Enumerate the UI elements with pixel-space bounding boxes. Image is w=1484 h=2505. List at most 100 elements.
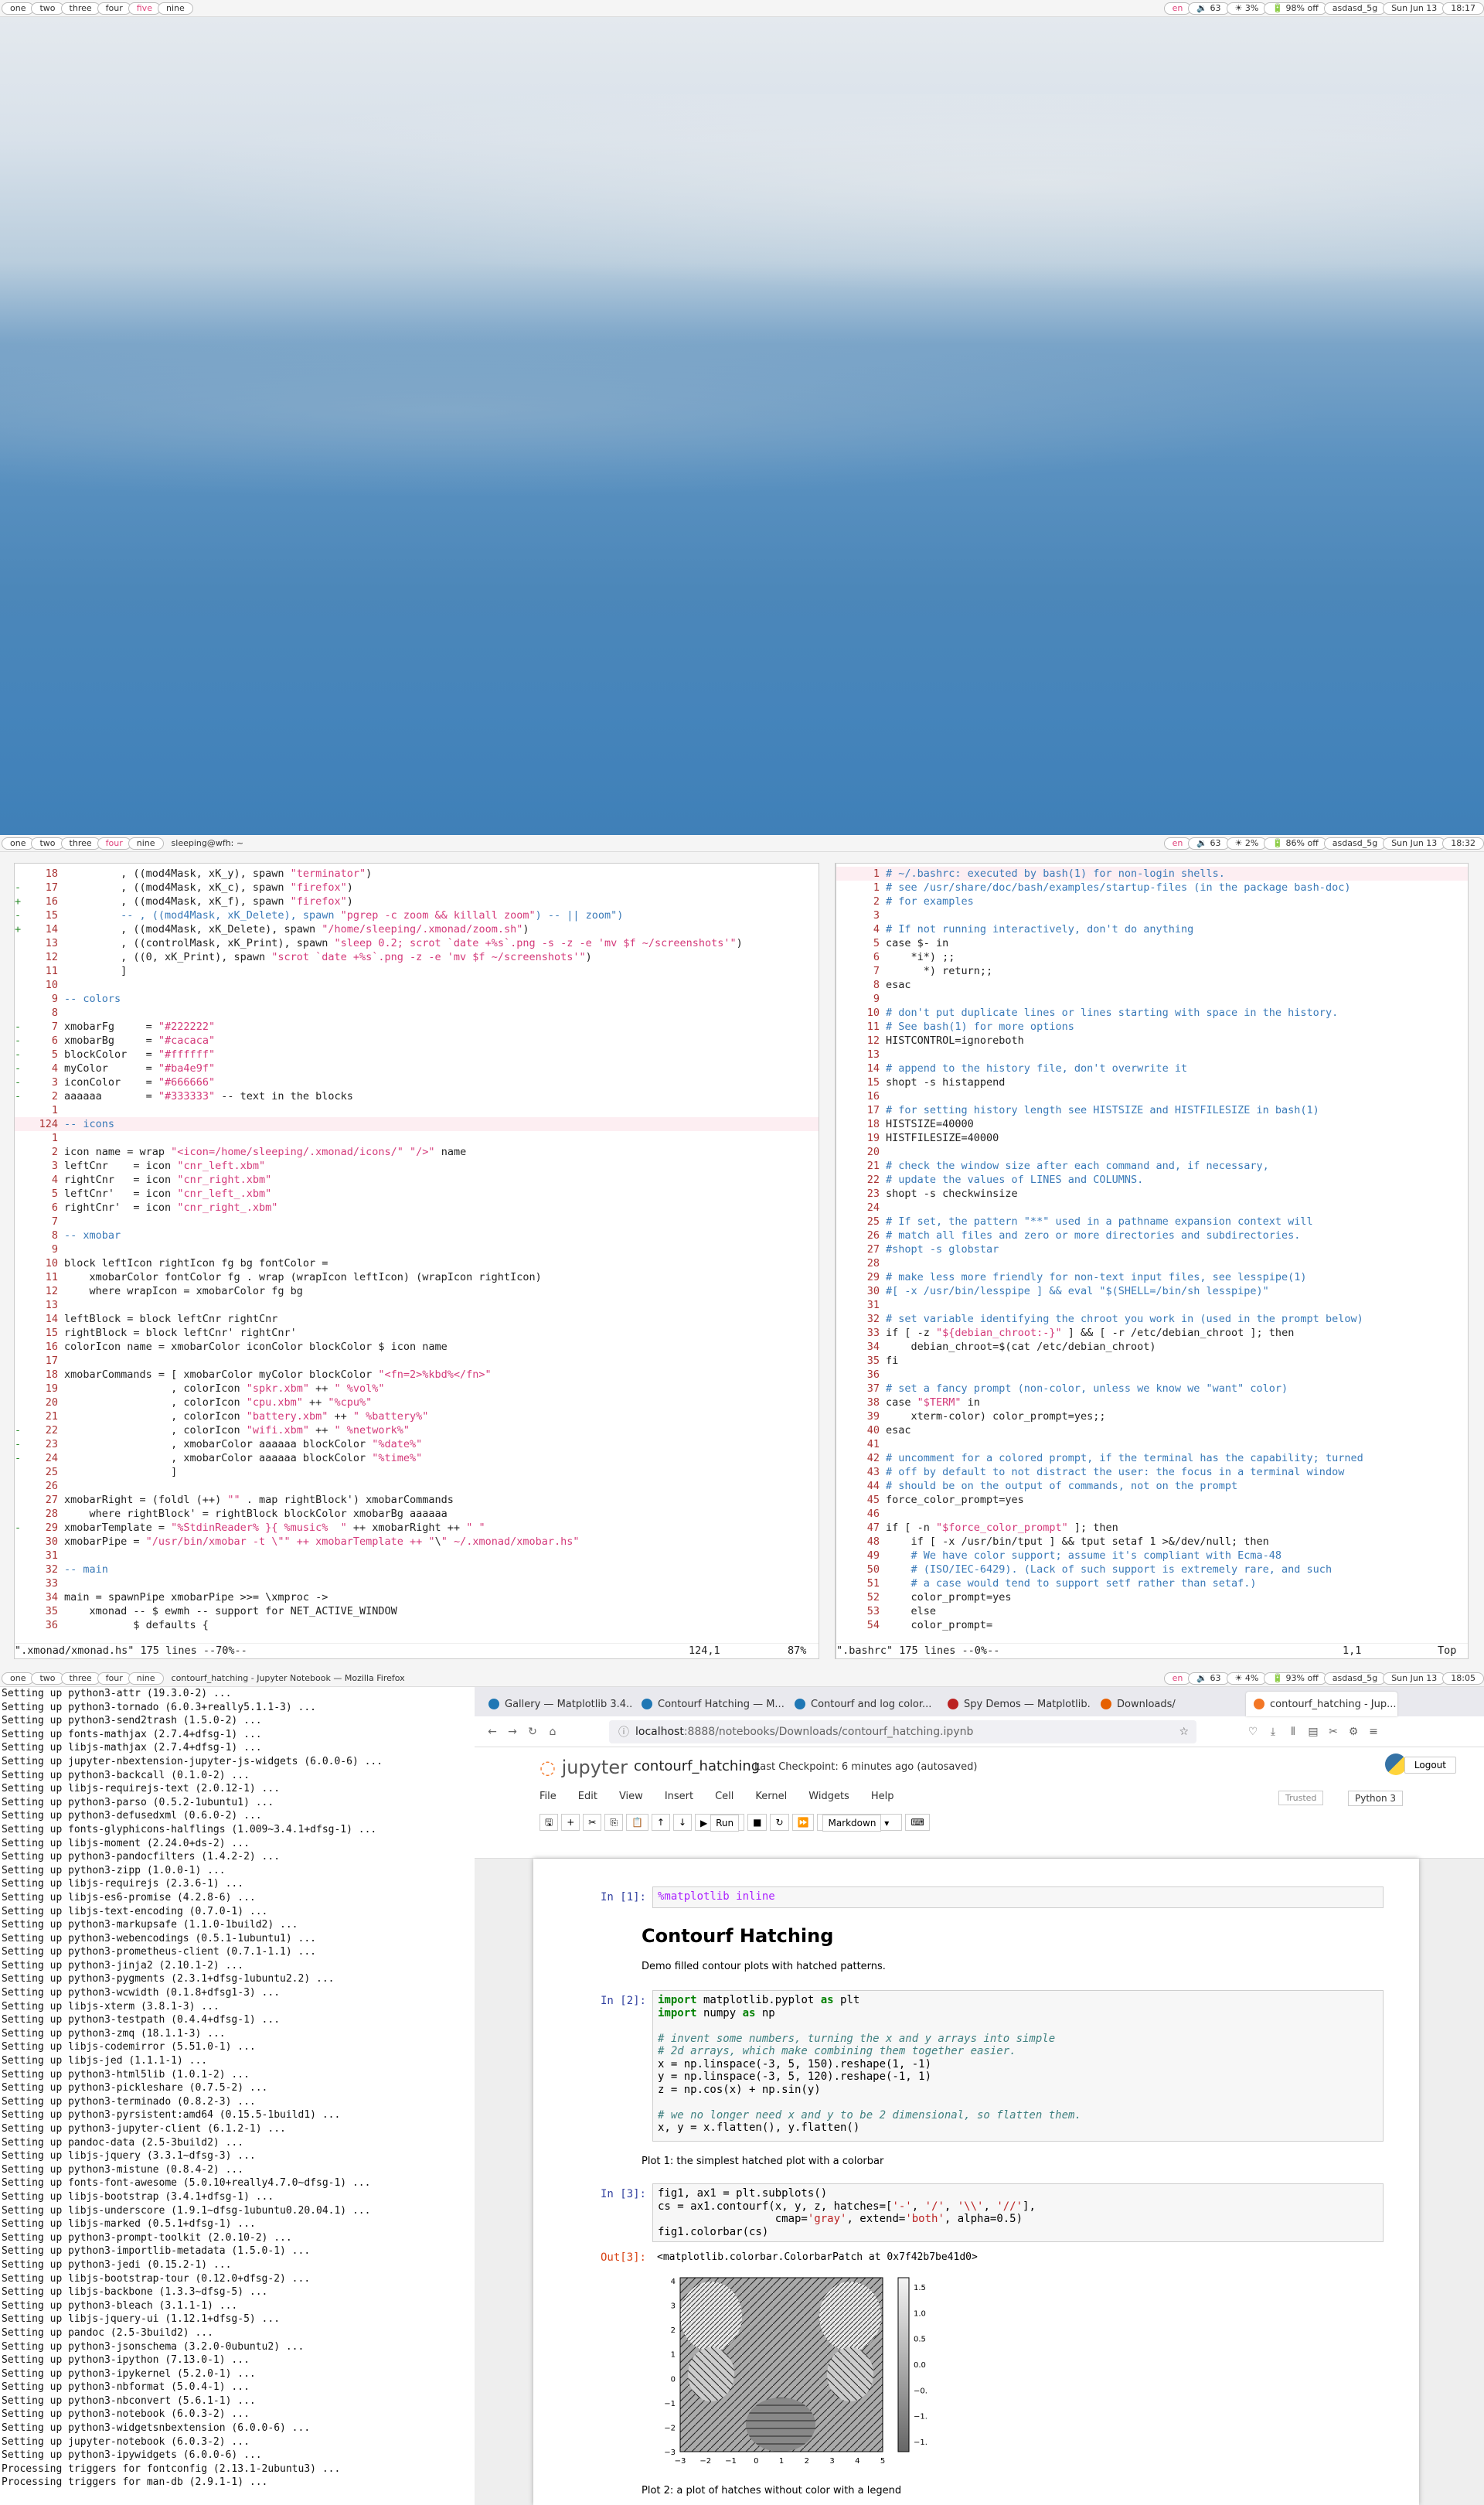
menu-insert[interactable]: Insert (665, 1791, 693, 1802)
workspace-three[interactable]: three (60, 1672, 100, 1685)
menu-cell[interactable]: Cell (715, 1791, 733, 1802)
sidebar-icon[interactable]: ▤ (1303, 1726, 1323, 1738)
line-number: 2 (51, 1146, 58, 1158)
terminal-line: Setting up python3-pyrsistent:amd64 (0.1… (2, 2109, 341, 2122)
workspace-five[interactable]: five (128, 2, 161, 15)
menu-view[interactable]: View (619, 1791, 643, 1802)
code-text: rightCnr = icon "cnr_right.xbm" (64, 1174, 272, 1186)
download-icon[interactable]: ⤓ (1263, 1726, 1283, 1738)
code-line: 49 # We have color support; assume it's … (836, 1549, 1468, 1563)
browser-tab[interactable]: Contourf Hatching — M... (634, 1692, 785, 1716)
code-line: 50 # (ISO/IEC-6429). (Lack of such suppo… (836, 1563, 1468, 1576)
menu-edit[interactable]: Edit (578, 1791, 597, 1802)
line-number: 52 (866, 1591, 880, 1604)
screenshot-icon[interactable]: ✂ (1323, 1726, 1343, 1738)
code-line: 46 (836, 1507, 1468, 1521)
workspace-three[interactable]: three (60, 2, 100, 15)
move-down-icon[interactable]: ↓ (672, 1814, 693, 1831)
code-text: HISTSIZE=40000 (886, 1118, 974, 1130)
terminal-line: Setting up python3-mistune (0.8.4-2) ... (2, 2163, 244, 2176)
terminal-output[interactable]: Setting up python3-attr (19.3.0-2) ... Se… (0, 1687, 473, 2505)
workspace-nine[interactable]: nine (128, 837, 164, 850)
code-cell-1[interactable]: In [1]: %matplotlib inline (549, 1886, 1384, 1910)
code-text: # check the window size after each comma… (886, 1160, 1269, 1172)
workspace-four[interactable]: four (97, 2, 131, 15)
line-number: 33 (45, 1577, 58, 1590)
pocket-icon[interactable]: ♡ (1243, 1726, 1263, 1738)
workspace-one[interactable]: one (2, 837, 35, 850)
run-button[interactable]: ▶ Run (695, 1814, 745, 1832)
code-line: x, y = x.flatten(), y.flatten() (658, 2122, 860, 2134)
line-number: 3 (873, 909, 880, 922)
menu-kernel[interactable]: Kernel (755, 1791, 787, 1802)
browser-tab[interactable]: contourf_hatching - Jup... (1246, 1692, 1397, 1716)
stop-icon[interactable]: ■ (747, 1814, 768, 1831)
line-number: 12 (45, 951, 58, 963)
browser-tab[interactable]: Spy Demos — Matplotlib... (940, 1692, 1091, 1716)
save-icon[interactable]: 🖫 (539, 1814, 559, 1831)
paste-icon[interactable]: 📋 (625, 1814, 648, 1831)
workspace-list[interactable]: one two three four five nine (0, 0, 193, 17)
logout-button[interactable]: Logout (1404, 1757, 1456, 1774)
jupyter-logo[interactable]: ◌ jupyter (539, 1757, 628, 1778)
copy-icon[interactable]: ⎘ (604, 1814, 623, 1831)
terminal-line: Setting up jupyter-notebook (6.0.3-2) ..… (2, 2435, 250, 2448)
notebook-name[interactable]: contourf_hatching (634, 1758, 760, 1774)
line-number: 34 (45, 1591, 58, 1604)
code-line: z = np.cos(x) + np.sin(y) (658, 2083, 821, 2096)
menu-widgets[interactable]: Widgets (808, 1791, 849, 1802)
code-cell-3[interactable]: In [3]: fig1, ax1 = plt.subplots() cs = a… (549, 2183, 1384, 2244)
vim-bashrc-editor[interactable]: 1 # ~/.bashrc: executed by bash(1) for no… (835, 863, 1469, 1659)
cut-icon[interactable]: ✂ (583, 1814, 602, 1831)
browser-tab[interactable]: Gallery — Matplotlib 3.4... (481, 1692, 632, 1716)
code-line: - 6 xmobarBg = "#cacaca" (15, 1034, 819, 1048)
terminal-line: Setting up python3-jedi (0.15.2-1) ... (2, 2258, 232, 2271)
menu-icon[interactable]: ≡ (1363, 1726, 1384, 1738)
line-number: 4 (51, 1174, 58, 1186)
line-number: 21 (45, 1410, 58, 1423)
back-icon[interactable]: ← (482, 1726, 502, 1738)
extensions-icon[interactable]: ⚙ (1343, 1726, 1363, 1738)
vim-status-line: ".bashrc" 175 lines --0%-- 1,1 Top (836, 1643, 1468, 1657)
line-number: 35 (866, 1355, 880, 1367)
workspace-four[interactable]: four (97, 837, 131, 850)
restart-icon[interactable]: ↻ (770, 1814, 789, 1831)
workspace-list[interactable]: one two three four nine (0, 835, 164, 852)
library-icon[interactable]: ⫴ (1283, 1726, 1303, 1738)
browser-tab[interactable]: Contourf and log color... (787, 1692, 938, 1716)
kernel-indicator[interactable]: Python 3 (1348, 1791, 1404, 1806)
move-up-icon[interactable]: ↑ (651, 1814, 670, 1831)
workspace-one[interactable]: one (2, 1672, 35, 1685)
workspace-three[interactable]: three (60, 837, 100, 850)
menu-file[interactable]: File (539, 1791, 556, 1802)
workspace-one[interactable]: one (2, 2, 35, 15)
insert-cell-icon[interactable]: + (561, 1814, 580, 1831)
code-text: HISTCONTROL=ignoreboth (886, 1034, 1024, 1047)
workspace-four[interactable]: four (97, 1672, 131, 1685)
code-cell-2[interactable]: In [2]: import matplotlib.pyplot as plt i… (549, 1990, 1384, 2142)
workspace-two[interactable]: two (31, 1672, 64, 1685)
url-bar[interactable]: ⓘ localhost:8888/notebooks/Downloads/cont… (609, 1719, 1196, 1743)
workspace-list[interactable]: one two three four nine (0, 1670, 164, 1687)
workspace-nine[interactable]: nine (157, 2, 193, 15)
forward-icon[interactable]: → (502, 1726, 522, 1738)
keyboard-icon[interactable]: ⌨ (905, 1814, 930, 1831)
workspace-two[interactable]: two (31, 837, 64, 850)
vim-xmonad-editor[interactable]: 18 , ((mod4Mask, xK_y), spawn "terminato… (14, 863, 819, 1659)
menu-help[interactable]: Help (871, 1791, 894, 1802)
home-icon[interactable]: ⌂ (543, 1726, 563, 1738)
code-text: debian_chroot=$(cat /etc/debian_chroot) (886, 1341, 1156, 1353)
workspace-nine[interactable]: nine (128, 1672, 164, 1685)
cell-type-select[interactable]: Markdown ▾ (817, 1814, 903, 1832)
bookmark-star-icon[interactable]: ☆ (1179, 1726, 1189, 1738)
line-number: 10 (866, 1007, 880, 1019)
browser-tab[interactable]: Downloads/ (1093, 1692, 1244, 1716)
code-line: 18 , ((mod4Mask, xK_y), spawn "terminato… (15, 867, 819, 881)
restart-run-icon[interactable]: ⏩ (791, 1814, 815, 1831)
workspace-two[interactable]: two (31, 2, 64, 15)
reload-icon[interactable]: ↻ (522, 1726, 543, 1738)
code-line: 29 # make less more friendly for non-text… (836, 1270, 1468, 1284)
trusted-badge[interactable]: Trusted (1278, 1791, 1324, 1805)
code-text: # If not running interactively, don't do… (886, 923, 1194, 936)
